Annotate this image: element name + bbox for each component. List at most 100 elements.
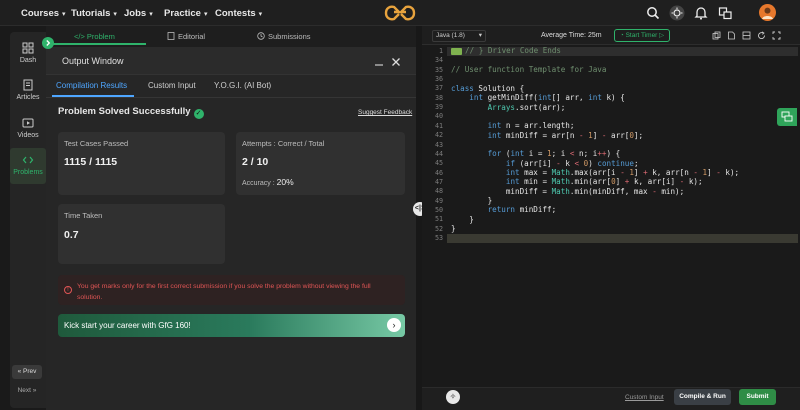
code-line: }: [451, 224, 456, 234]
line-number: 1: [438, 47, 443, 55]
warning-icon: !: [64, 286, 72, 294]
nav-contests[interactable]: Contests ▾: [215, 8, 262, 19]
code-line: if (arr[i] - k < 0) continue;: [505, 158, 639, 168]
status-heading: Problem Solved Successfully ✓: [58, 106, 204, 119]
next-button[interactable]: Next »: [12, 384, 42, 398]
attempts-label: Attempts : Correct / Total: [242, 139, 325, 148]
code-line: }: [451, 214, 474, 224]
line-number: 35: [434, 65, 443, 74]
warning-text: You get marks only for the first correct…: [77, 283, 371, 301]
line-number: 39: [434, 103, 443, 112]
code-line: int max = Math.max(arr[i - 1] + k, arr[n…: [505, 167, 740, 177]
code-line: // } Driver Code Ends: [465, 46, 562, 56]
testcases-label: Test Cases Passed: [64, 139, 129, 148]
time-label: Time Taken: [64, 211, 103, 220]
tab-problem[interactable]: </> Problem: [74, 32, 115, 41]
nav-practice[interactable]: Practice ▾: [164, 8, 208, 19]
line-number: 41: [434, 121, 443, 130]
sidebar-item-label: Articles: [16, 94, 40, 101]
code-line: return minDiff;: [487, 205, 557, 215]
tab-submissions[interactable]: Submissions: [268, 32, 311, 41]
nav-courses[interactable]: Courses ▾: [21, 8, 66, 19]
line-number: 49: [434, 196, 443, 205]
code-line: int getMinDiff(int[] arr, int k) {: [469, 93, 625, 103]
custom-input-link[interactable]: Custom Input: [625, 394, 664, 401]
line-number: 46: [434, 168, 443, 177]
avatar[interactable]: [759, 4, 776, 21]
suggest-feedback-link[interactable]: Suggest Feedback: [358, 109, 412, 116]
language-select-value: Java (1.8): [436, 32, 465, 39]
line-number: 43: [434, 140, 443, 149]
file-icon[interactable]: [727, 31, 736, 40]
chevron-down-icon: ▾: [478, 32, 482, 39]
chat-button[interactable]: [777, 108, 797, 126]
tab-compilation-results[interactable]: Compilation Results: [56, 81, 127, 90]
line-number: 34: [434, 56, 443, 65]
code-line: }: [451, 196, 493, 205]
accuracy-value: 20%: [276, 177, 294, 187]
line-number: 53: [434, 234, 443, 242]
line-number: 40: [434, 112, 443, 121]
sidebar-item-label: Dash: [19, 57, 37, 64]
line-number: 38: [434, 93, 443, 102]
editorial-icon: [167, 32, 175, 40]
submit-button[interactable]: Submit: [739, 389, 776, 405]
start-timer-label: Start Timer: [625, 32, 658, 39]
translate-icon[interactable]: [717, 5, 733, 21]
line-number: 51: [434, 215, 443, 224]
check-icon: ✓: [193, 109, 204, 119]
chat-icon: [781, 111, 793, 122]
line-number: 52: [434, 224, 443, 233]
sidebar-item-dash[interactable]: Dash: [10, 42, 46, 64]
nav-tutorials[interactable]: Tutorials ▾: [71, 8, 117, 19]
sidebar-item-videos[interactable]: Videos: [10, 117, 46, 139]
code-line: for (int i = 1; i < n; i++) {: [487, 149, 621, 159]
tab-custom-input[interactable]: Custom Input: [148, 81, 196, 90]
language-select[interactable]: Java (1.8) ▾: [432, 30, 486, 42]
clock-icon: [257, 32, 265, 40]
article-icon: [23, 79, 33, 91]
fullscreen-icon[interactable]: [772, 31, 781, 40]
expand-arrow-icon[interactable]: [42, 37, 54, 49]
code-line: int min = Math.min(arr[0] + k, arr[i] - …: [505, 177, 703, 187]
line-number: 42: [434, 131, 443, 140]
copy-icon[interactable]: [712, 31, 721, 40]
output-window-title: Output Window: [62, 56, 124, 66]
divider: [46, 97, 416, 98]
lightbulb-icon[interactable]: ✧: [446, 390, 460, 404]
tab-editorial[interactable]: Editorial: [178, 32, 205, 41]
line-number: 44: [434, 149, 443, 158]
code-line: Arrays.sort(arr);: [487, 102, 566, 112]
code-icon: [22, 156, 34, 164]
close-icon[interactable]: [391, 57, 401, 67]
line-number: 36: [434, 75, 443, 84]
prev-button[interactable]: « Prev: [12, 365, 42, 379]
start-timer-button[interactable]: ◔ Start Timer ▷: [614, 29, 670, 42]
reset-icon[interactable]: [757, 31, 766, 40]
compile-run-button[interactable]: Compile & Run: [674, 389, 731, 405]
sidebar-item-problems[interactable]: Problems: [10, 148, 46, 184]
minimize-icon[interactable]: [374, 57, 384, 67]
code-line: class Solution {: [451, 83, 525, 93]
line-number: 48: [434, 187, 443, 196]
code-line: int n = arr.length;: [487, 121, 575, 131]
fold-marker[interactable]: [451, 48, 462, 55]
bell-icon[interactable]: [693, 5, 709, 21]
grid-icon: [22, 42, 34, 54]
search-icon[interactable]: [645, 5, 661, 21]
sidebar-item-articles[interactable]: Articles: [10, 79, 46, 101]
settings-panel-icon[interactable]: [742, 31, 751, 40]
active-tab-indicator: [50, 43, 146, 45]
theme-toggle-icon[interactable]: [669, 5, 685, 21]
gfg-logo-icon[interactable]: [383, 3, 417, 23]
chevron-right-icon[interactable]: ›: [387, 318, 401, 332]
sidebar-item-label: Problems: [13, 169, 43, 176]
tab-yogi-ai-bot[interactable]: Y.O.G.I. (AI Bot): [214, 81, 271, 90]
sidebar-item-label: Videos: [17, 132, 39, 139]
nav-jobs[interactable]: Jobs ▾: [124, 8, 153, 19]
status-text: Problem Solved Successfully: [58, 106, 191, 117]
line-number: 37: [434, 84, 443, 93]
line-number: 45: [434, 159, 443, 168]
line-number: 47: [434, 177, 443, 186]
line-number: 50: [434, 205, 443, 214]
